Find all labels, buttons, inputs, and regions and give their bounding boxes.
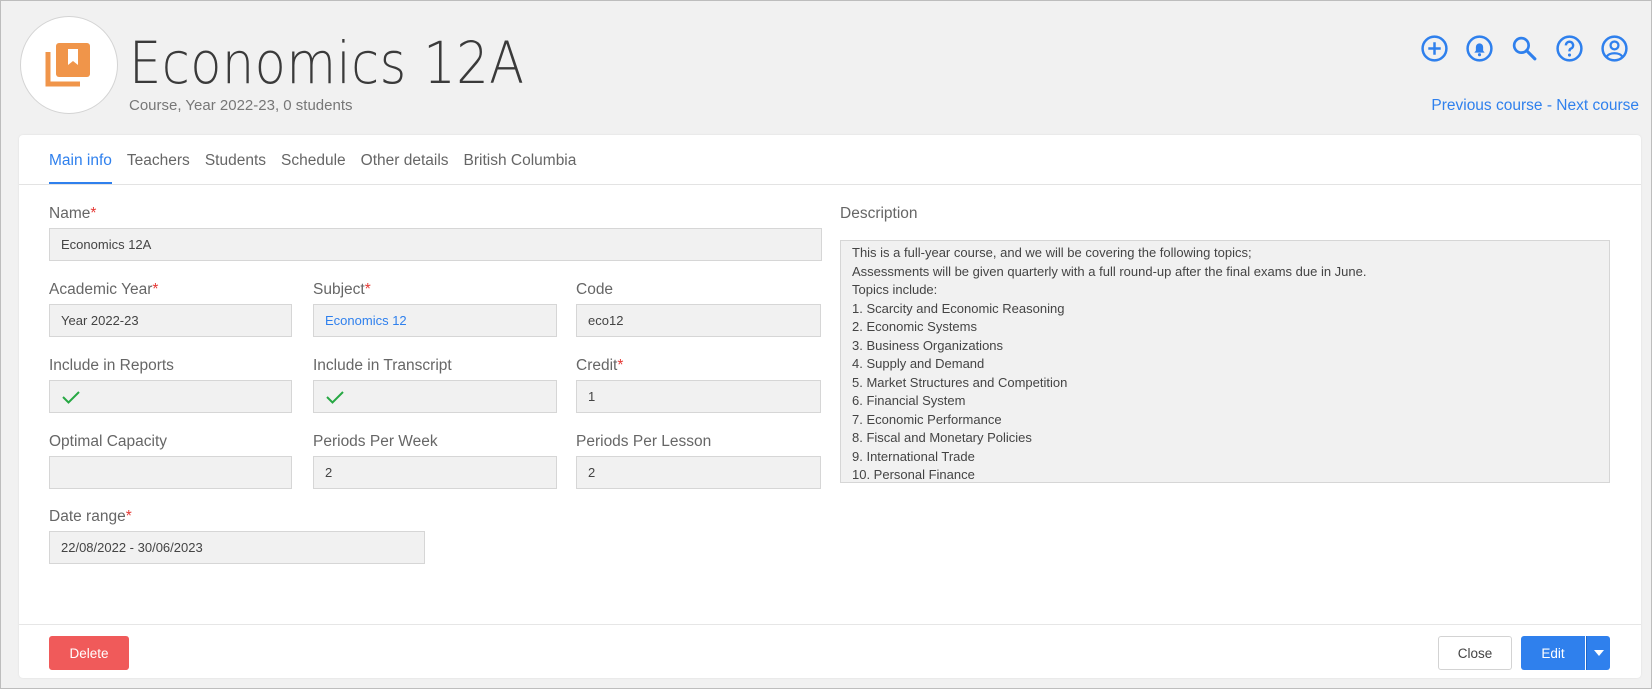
- description-textarea[interactable]: This is a full-year course, and we will …: [840, 240, 1610, 483]
- subject-field[interactable]: Economics 12: [313, 304, 557, 337]
- page-title: Economics 12A: [129, 29, 525, 97]
- include-reports-field[interactable]: [49, 380, 292, 413]
- description-line: 2. Economic Systems: [852, 319, 977, 334]
- academic-year-field[interactable]: Year 2022-23: [49, 304, 292, 337]
- nav-separator: -: [1542, 97, 1557, 114]
- optimal-capacity-field[interactable]: [49, 456, 292, 489]
- name-label: Name*: [49, 205, 97, 222]
- name-field[interactable]: Economics 12A: [49, 228, 822, 261]
- search-icon[interactable]: [1510, 34, 1539, 63]
- check-icon: [62, 390, 80, 404]
- bell-icon[interactable]: [1465, 34, 1494, 63]
- footer-divider: [19, 624, 1641, 625]
- code-field[interactable]: eco12: [576, 304, 821, 337]
- delete-button[interactable]: Delete: [49, 636, 129, 670]
- description-line: 9. International Trade: [852, 448, 975, 464]
- description-line: 5. Market Structures and Competition: [852, 374, 1068, 390]
- edit-button[interactable]: Edit: [1521, 636, 1585, 670]
- required-mark: *: [90, 205, 97, 222]
- include-transcript-label: Include in Transcript: [313, 357, 452, 374]
- description-label: Description: [840, 205, 918, 222]
- description-line: This is a full-year course, and we will …: [852, 245, 1252, 260]
- required-mark: *: [364, 281, 371, 298]
- required-mark: *: [617, 357, 624, 374]
- course-logo: [20, 16, 118, 114]
- account-icon[interactable]: [1600, 34, 1629, 63]
- next-course-link[interactable]: Next course: [1556, 97, 1639, 114]
- description-line: 4. Supply and Demand: [852, 356, 985, 371]
- required-mark: *: [125, 508, 132, 525]
- credit-field[interactable]: 1: [576, 380, 821, 413]
- tab-british-columbia[interactable]: British Columbia: [464, 135, 577, 184]
- credit-label: Credit*: [576, 357, 624, 374]
- description-line: 7. Economic Performance: [852, 411, 1002, 427]
- optimal-capacity-label: Optimal Capacity: [49, 433, 168, 450]
- tab-bar: Main info Teachers Students Schedule Oth…: [19, 135, 1641, 185]
- include-reports-label: Include in Reports: [49, 357, 174, 374]
- close-button[interactable]: Close: [1438, 636, 1512, 670]
- course-navigation: Previous course - Next course: [1431, 97, 1639, 115]
- description-line: 10. Personal Finance: [852, 467, 975, 482]
- description-line: 1. Scarcity and Economic Reasoning: [852, 300, 1065, 316]
- tab-teachers[interactable]: Teachers: [127, 135, 190, 184]
- date-range-label: Date range*: [49, 508, 132, 525]
- description-line: 3. Business Organizations: [852, 337, 1004, 353]
- help-icon[interactable]: [1555, 34, 1584, 63]
- page-subtitle: Course, Year 2022-23, 0 students: [129, 97, 353, 114]
- periods-per-lesson-label: Periods Per Lesson: [576, 433, 712, 450]
- tab-students[interactable]: Students: [205, 135, 266, 184]
- required-mark: *: [152, 281, 159, 298]
- periods-per-week-label: Periods Per Week: [313, 433, 438, 450]
- check-icon: [326, 390, 344, 404]
- tab-schedule[interactable]: Schedule: [281, 135, 346, 184]
- caret-down-icon: [1593, 650, 1604, 656]
- top-toolbar: [1420, 34, 1629, 63]
- subject-label: Subject*: [313, 281, 371, 298]
- code-label: Code: [576, 281, 614, 298]
- add-icon[interactable]: [1420, 34, 1449, 63]
- edit-options-dropdown[interactable]: [1586, 636, 1610, 670]
- date-range-field[interactable]: 22/08/2022 - 30/06/2023: [49, 531, 425, 564]
- periods-per-week-field[interactable]: 2: [313, 456, 557, 489]
- tab-main-info[interactable]: Main info: [49, 135, 112, 184]
- course-card: Main info Teachers Students Schedule Oth…: [19, 135, 1641, 678]
- description-line: 6. Financial System: [852, 393, 966, 408]
- academic-year-label: Academic Year*: [49, 281, 159, 298]
- tab-other-details[interactable]: Other details: [361, 135, 449, 184]
- description-line: Topics include:: [852, 282, 938, 297]
- periods-per-lesson-field[interactable]: 2: [576, 456, 821, 489]
- previous-course-link[interactable]: Previous course: [1431, 97, 1542, 114]
- description-line: Assessments will be given quarterly with…: [852, 263, 1367, 279]
- book-bookmark-icon: [45, 43, 90, 87]
- include-transcript-field[interactable]: [313, 380, 557, 413]
- description-line: 8. Fiscal and Monetary Policies: [852, 430, 1032, 445]
